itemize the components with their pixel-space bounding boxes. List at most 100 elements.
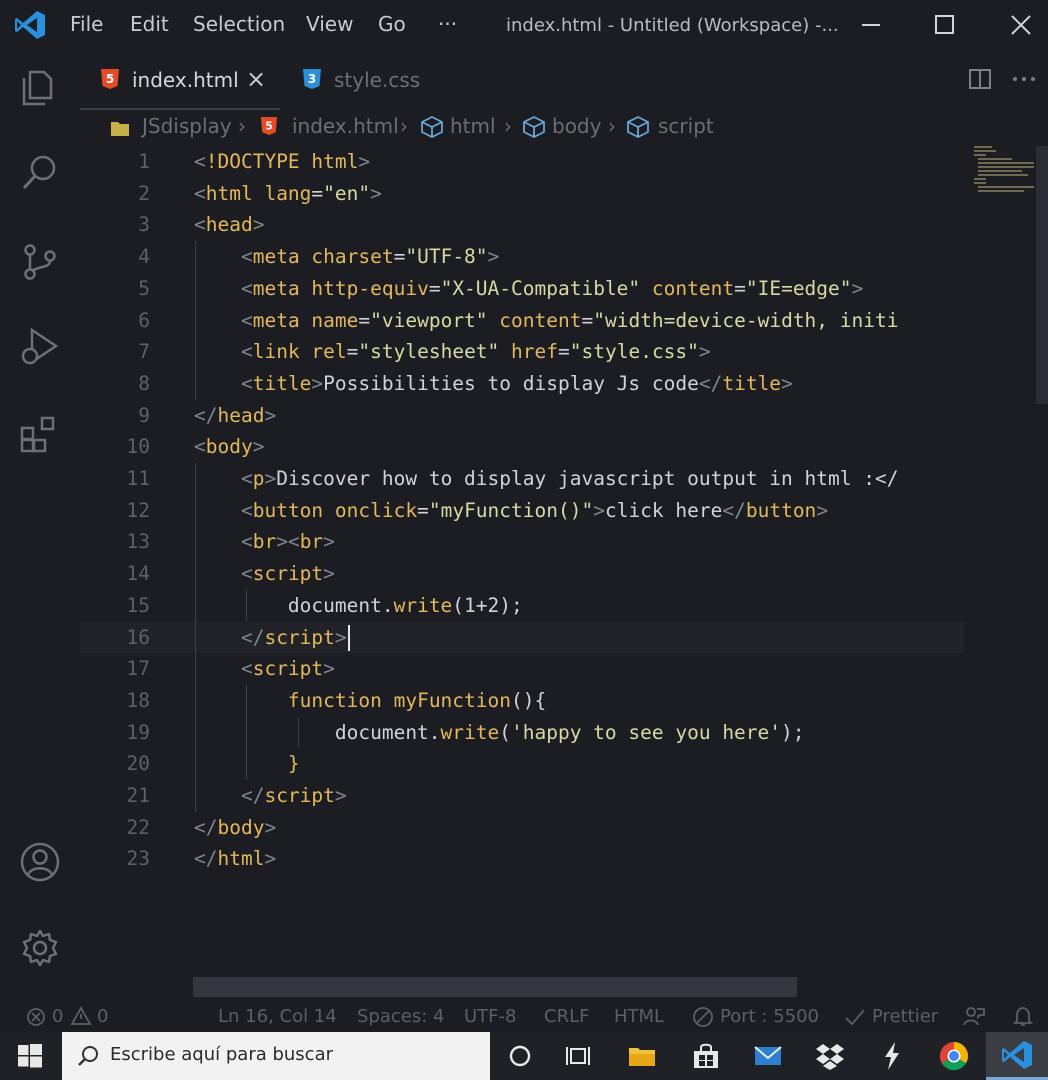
code-line[interactable]: 6 <meta name="viewport" content="width=d… [80, 305, 964, 337]
windows-start-icon[interactable] [18, 1044, 42, 1068]
symbol-element-icon [523, 116, 545, 138]
code-line[interactable]: 17 <script> [80, 653, 964, 685]
code-token: title [722, 371, 782, 395]
indentation[interactable]: Spaces: 4 [357, 1006, 444, 1027]
code-line[interactable]: 9 </head> [80, 400, 964, 432]
code-line[interactable]: 14 <script> [80, 558, 964, 590]
app-lightning-icon[interactable] [876, 1040, 908, 1072]
error-icon[interactable] [26, 1007, 46, 1027]
code-token: function [287, 688, 394, 712]
code-line[interactable]: 18 function myFunction(){ [80, 685, 964, 717]
code-line[interactable]: 19 document.write('happy to see you here… [80, 717, 964, 749]
taskbar-vscode-active[interactable] [986, 1032, 1048, 1080]
code-line[interactable]: 21 </script> [80, 780, 964, 812]
code-line[interactable]: 1 <!DOCTYPE html> [80, 146, 964, 178]
menu-view[interactable]: View [306, 12, 353, 36]
code-line[interactable]: 12 <button onclick="myFunction()">click … [80, 495, 964, 527]
task-view-icon[interactable] [562, 1040, 594, 1072]
code-line[interactable]: 7 <link rel="stylesheet" href="style.css… [80, 336, 964, 368]
menu-go[interactable]: Go [378, 12, 406, 36]
code-line[interactable]: 3 <head> [80, 209, 964, 241]
line-number: 1 [138, 150, 150, 173]
run-debug-icon[interactable] [18, 324, 62, 368]
code-line[interactable]: 23 </html> [80, 843, 964, 875]
dropbox-icon[interactable] [814, 1040, 846, 1072]
vertical-scrollbar-thumb[interactable] [1036, 146, 1048, 404]
code-editor[interactable]: 1 <!DOCTYPE html> 2 <html lang="en"> 3 <head>… [80, 146, 964, 976]
menu-more[interactable]: ··· [438, 12, 457, 36]
gear-icon[interactable] [18, 926, 62, 970]
code-token: "width=device-width, initi [593, 308, 899, 332]
store-icon[interactable] [690, 1040, 722, 1072]
horizontal-scrollbar[interactable] [193, 977, 797, 997]
menu-selection[interactable]: Selection [193, 12, 285, 36]
cortana-icon[interactable] [504, 1040, 536, 1072]
symbol-element-icon [421, 116, 443, 138]
mail-icon[interactable] [752, 1040, 784, 1072]
code-token: > [252, 213, 265, 237]
feedback-icon[interactable] [962, 1005, 986, 1027]
breadcrumb-html[interactable]: html [450, 114, 496, 138]
maximize-icon[interactable] [932, 12, 958, 38]
code-line[interactable]: 10 <body> [80, 431, 964, 463]
cursor-position[interactable]: Ln 16, Col 14 [218, 1006, 337, 1027]
breadcrumb-separator: › [238, 114, 246, 138]
search-icon[interactable] [18, 150, 62, 194]
file-explorer-icon[interactable] [626, 1040, 658, 1072]
code-line[interactable]: 4 <meta charset="UTF-8"> [80, 241, 964, 273]
breadcrumb-body[interactable]: body [552, 114, 601, 138]
code-token: button [745, 498, 817, 522]
breadcrumb-folder[interactable]: JSdisplay [142, 114, 232, 138]
breadcrumb-file[interactable]: index.html [292, 114, 399, 138]
code-line[interactable]: 11 <p>Discover how to display javascript… [80, 463, 964, 495]
menu-edit[interactable]: Edit [130, 12, 169, 36]
code-token: < [194, 213, 206, 237]
code-line[interactable]: 8 <title>Possibilities to display Js cod… [80, 368, 964, 400]
tab-index-html[interactable]: 5 index.html × [80, 50, 280, 110]
live-server-port[interactable]: Port : 5500 [720, 1006, 819, 1027]
code-line[interactable]: 15 document.write(1+2); [80, 590, 964, 622]
prettier-status[interactable]: Prettier [872, 1006, 938, 1027]
line-number: 11 [126, 467, 150, 490]
code-line[interactable]: 20 } [80, 748, 964, 780]
warning-icon[interactable] [70, 1006, 92, 1026]
bell-icon[interactable] [1012, 1005, 1034, 1027]
code-line[interactable]: 5 <meta http-equiv="X-UA-Compatible" con… [80, 273, 964, 305]
explorer-icon[interactable] [18, 66, 62, 110]
close-icon[interactable]: × [246, 65, 266, 93]
live-server-icon[interactable] [692, 1006, 714, 1028]
code-text: <script> [194, 653, 335, 685]
code-token: < [240, 371, 253, 395]
code-token: > [264, 467, 277, 490]
extensions-icon[interactable] [18, 412, 62, 456]
account-icon[interactable] [18, 840, 62, 884]
source-control-icon[interactable] [18, 240, 62, 284]
search-placeholder: Escribe aquí para buscar [110, 1044, 334, 1065]
chrome-icon[interactable] [938, 1040, 970, 1072]
close-window-icon[interactable] [1008, 12, 1034, 38]
warning-count[interactable]: 0 [97, 1006, 108, 1027]
split-editor-icon[interactable] [968, 68, 992, 90]
code-line[interactable]: 16 </script> [80, 621, 964, 654]
title-bar: File Edit Selection View Go ··· index.ht… [0, 0, 1048, 50]
code-token: write [393, 593, 453, 617]
language-mode[interactable]: HTML [614, 1006, 664, 1027]
menu-file[interactable]: File [70, 12, 103, 36]
tab-style-css[interactable]: 3 style.css [298, 50, 458, 108]
line-ending[interactable]: CRLF [544, 1006, 589, 1027]
code-token: = [393, 245, 406, 269]
minimap[interactable] [970, 146, 1036, 206]
code-line[interactable]: 22 </body> [80, 812, 964, 844]
minimize-icon[interactable] [858, 12, 884, 38]
code-token: = [734, 276, 746, 300]
code-token: Possibilities to display Js code [323, 371, 699, 395]
error-count[interactable]: 0 [52, 1006, 63, 1027]
code-line[interactable]: 2 <html lang="en"> [80, 178, 964, 210]
encoding[interactable]: UTF-8 [464, 1006, 516, 1027]
taskbar-search-box[interactable]: Escribe aquí para buscar [62, 1032, 490, 1080]
code-line[interactable]: 13 <br><br> [80, 526, 964, 558]
code-token: < [194, 435, 206, 459]
more-actions-icon[interactable] [1010, 68, 1038, 90]
breadcrumb-script[interactable]: script [658, 114, 714, 138]
